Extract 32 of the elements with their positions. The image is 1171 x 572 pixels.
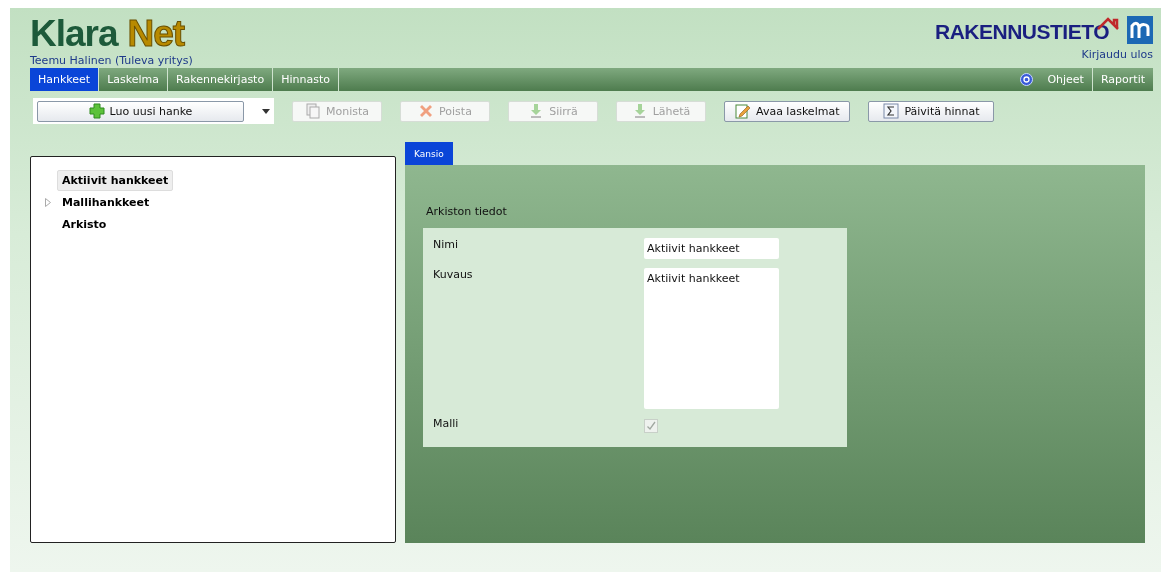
checkbox[interactable] bbox=[644, 419, 658, 433]
nav-link[interactable]: Ohjeet bbox=[1039, 68, 1092, 91]
toolbar-button[interactable]: Avaa laskelmat bbox=[724, 100, 851, 122]
section-title: Arkiston tiedot bbox=[426, 205, 508, 218]
toolbar-button[interactable]: Luo uusi hanke bbox=[37, 100, 244, 122]
tree-item[interactable]: Mallihankkeet bbox=[57, 191, 155, 213]
nav-tab[interactable]: Rakennekirjasto bbox=[168, 68, 274, 91]
dropdown-caret-icon[interactable] bbox=[262, 108, 270, 114]
nav-tab[interactable]: Hankkeet bbox=[30, 68, 100, 91]
logo-text: Net bbox=[127, 16, 185, 52]
field-label: Nimi bbox=[433, 237, 460, 253]
field-label: Kuvaus bbox=[433, 267, 474, 283]
sigma-icon bbox=[883, 103, 900, 119]
logo-icon bbox=[1127, 16, 1153, 44]
logo-text: Klara bbox=[30, 16, 118, 52]
tab[interactable]: Kansio bbox=[405, 142, 453, 165]
toolbar-button[interactable]: Päivitä hinnat bbox=[868, 100, 995, 122]
tree-item[interactable]: Arkisto bbox=[57, 213, 112, 235]
document-icon bbox=[304, 103, 321, 119]
field-label: Malli bbox=[433, 416, 460, 432]
nav-tab[interactable]: Laskelma bbox=[99, 68, 169, 91]
logout-link[interactable]: Kirjaudu ulos bbox=[1081, 48, 1153, 61]
nav-link[interactable]: Raportit bbox=[1091, 68, 1153, 91]
name-field[interactable]: Aktiivit hankkeet bbox=[644, 238, 779, 259]
edit-icon bbox=[735, 103, 751, 119]
tree-item[interactable]: Aktiivit hankkeet bbox=[57, 169, 174, 191]
user-name: Teemu Halinen (Tuleva yritys) bbox=[30, 54, 193, 67]
description-field[interactable]: Aktiivit hankkeet bbox=[644, 268, 779, 409]
help-icon[interactable] bbox=[1020, 73, 1034, 86]
cross-icon bbox=[418, 103, 435, 119]
brand-name: RAKENNUSTIETO bbox=[935, 19, 1109, 44]
plus-icon bbox=[88, 103, 105, 119]
